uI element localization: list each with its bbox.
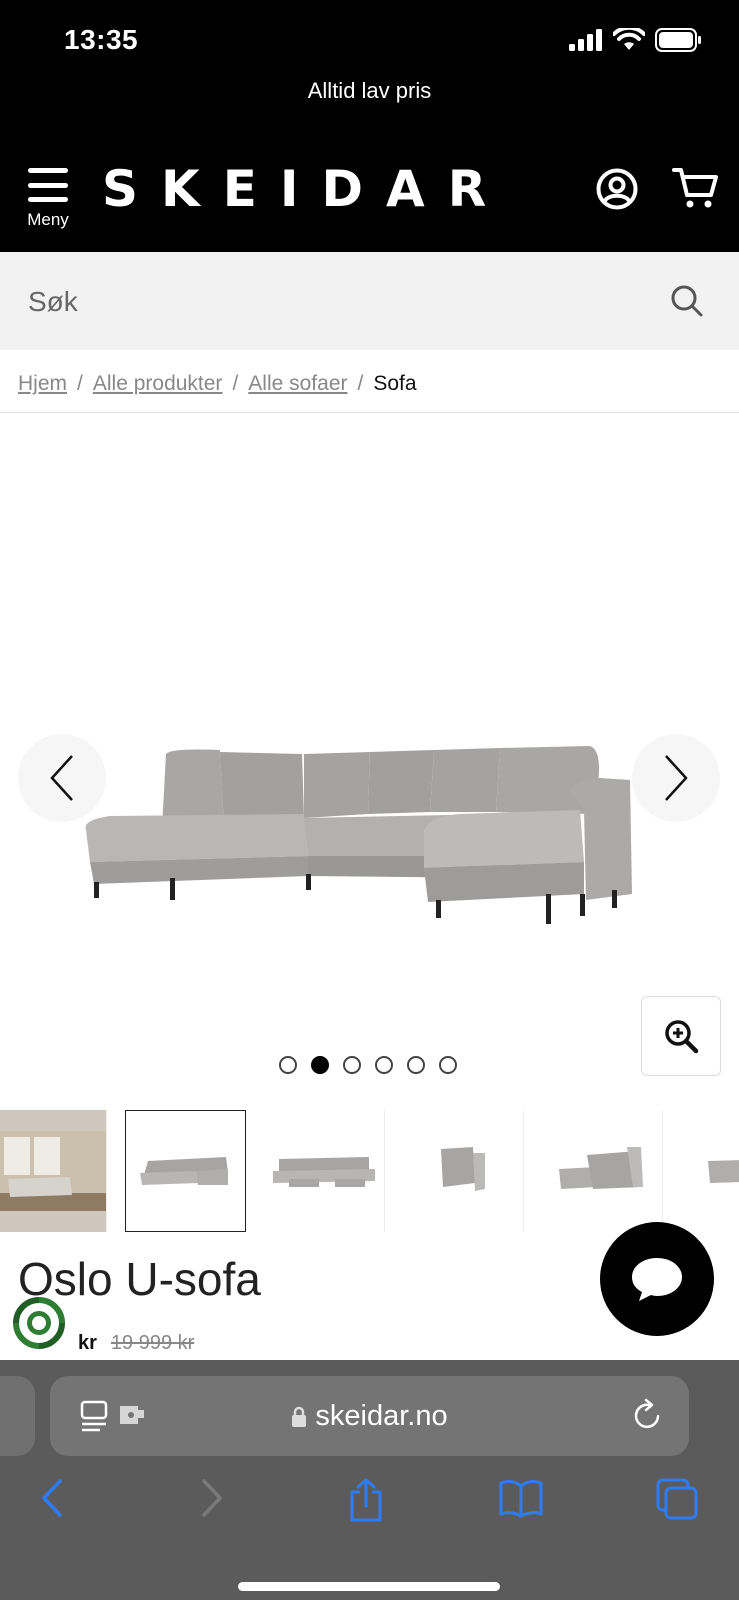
url-display[interactable]: skeidar.no	[50, 1400, 689, 1433]
chevron-right-icon	[665, 755, 688, 801]
hamburger-icon	[28, 168, 68, 202]
browser-chrome: skeidar.no	[0, 1360, 739, 1600]
breadcrumb-separator: /	[232, 372, 239, 395]
battery-icon	[655, 28, 701, 52]
browser-toolbar	[0, 1478, 739, 1548]
forward-icon[interactable]	[200, 1478, 224, 1518]
chevron-left-icon	[50, 755, 73, 801]
carousel-dot[interactable]	[343, 1056, 361, 1074]
carousel-dots	[279, 1056, 457, 1074]
account-icon[interactable]	[596, 168, 638, 210]
status-time: 13:35	[64, 24, 139, 55]
price-currency: kr	[78, 1332, 97, 1354]
top-header: 13:35 Alltid lav pris Meny SKEIDAR	[0, 0, 739, 252]
carousel-dot[interactable]	[407, 1056, 425, 1074]
breadcrumb-separator: /	[77, 372, 83, 395]
url-text: skeidar.no	[315, 1400, 448, 1432]
search-bar	[0, 252, 739, 350]
price-row: kr 19 999 kr	[78, 1332, 194, 1355]
status-icons	[569, 28, 703, 52]
thumbnail-strip	[0, 1110, 739, 1232]
tabs-icon[interactable]	[656, 1478, 698, 1520]
carousel-dot[interactable]	[375, 1056, 393, 1074]
lock-icon	[292, 1407, 307, 1428]
breadcrumb: Hjem / Alle produkter / Alle sofaer / So…	[18, 372, 417, 396]
bookmarks-icon[interactable]	[498, 1478, 544, 1518]
divider	[0, 412, 739, 413]
chat-button[interactable]	[600, 1222, 714, 1336]
product-gallery[interactable]	[0, 414, 739, 1104]
menu-label: Meny	[27, 210, 69, 229]
breadcrumb-link-all-sofas[interactable]: Alle sofaer	[248, 372, 347, 396]
breadcrumb-link-all-products[interactable]: Alle produkter	[93, 372, 223, 396]
promo-banner[interactable]: Alltid lav pris	[0, 78, 739, 104]
chat-bubble-icon	[632, 1258, 682, 1301]
cellular-signal-icon	[569, 29, 602, 51]
carousel-dot[interactable]	[279, 1056, 297, 1074]
home-indicator[interactable]	[238, 1582, 500, 1591]
wifi-icon	[613, 28, 645, 50]
thumbnail[interactable]	[264, 1110, 385, 1232]
previous-tab-peek[interactable]	[0, 1376, 35, 1456]
price-old: 19 999 kr	[110, 1332, 195, 1354]
address-bar[interactable]: skeidar.no	[50, 1376, 689, 1456]
gallery-next-button[interactable]	[632, 734, 720, 822]
carousel-dot-active[interactable]	[311, 1056, 329, 1074]
search-input[interactable]	[28, 280, 648, 324]
thumbnail-room[interactable]	[0, 1110, 107, 1232]
product-image[interactable]	[80, 744, 650, 954]
thumbnail-selected[interactable]	[125, 1110, 246, 1232]
reload-icon[interactable]	[632, 1398, 664, 1432]
site-logo[interactable]: SKEIDAR	[102, 160, 509, 218]
back-icon[interactable]	[40, 1478, 64, 1518]
breadcrumb-current: Sofa	[373, 372, 417, 395]
thumbnail[interactable]	[681, 1110, 739, 1232]
breadcrumb-link-home[interactable]: Hjem	[18, 372, 67, 396]
breadcrumb-separator: /	[357, 372, 364, 395]
search-icon[interactable]	[670, 284, 704, 318]
share-icon[interactable]	[348, 1478, 384, 1522]
carousel-dot[interactable]	[439, 1056, 457, 1074]
thumbnail[interactable]	[403, 1110, 524, 1232]
eco-badge-icon[interactable]	[12, 1296, 66, 1350]
cart-icon[interactable]	[672, 166, 720, 210]
zoom-button[interactable]	[641, 996, 721, 1076]
thumbnail[interactable]	[542, 1110, 663, 1232]
zoom-in-icon	[665, 1020, 699, 1054]
menu-button[interactable]: Meny	[22, 168, 74, 230]
